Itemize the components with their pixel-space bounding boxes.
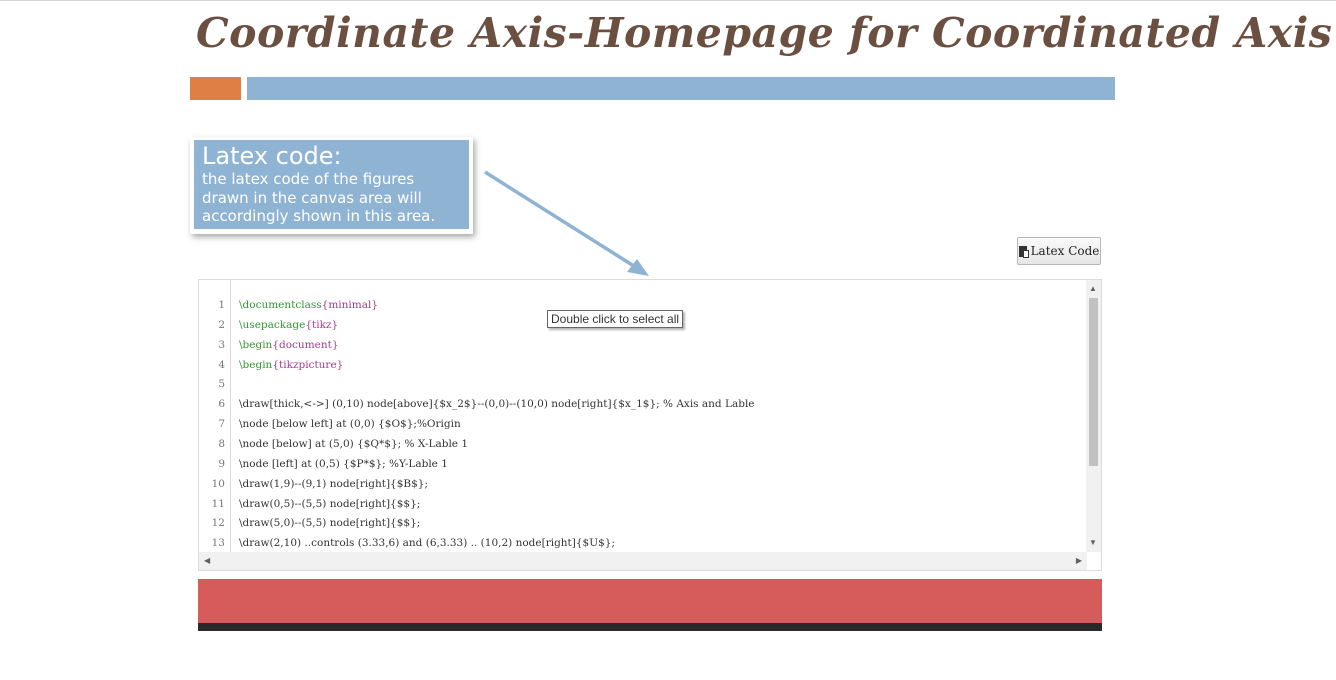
code-line: \draw(0,5)--(5,5) node[right]{$$}; [239,494,420,514]
line-number: 4 [218,358,225,371]
code-token: {tikzpicture} [272,358,344,371]
code-token: \draw(2,10) ..controls (3.33,6) and (6,3… [239,537,615,550]
code-token: \node [left] at (0,5) {$P*$}; %Y-Lable 1 [239,457,448,470]
line-number: 8 [218,437,225,450]
callout-heading: Latex code: [202,142,342,170]
latex-code-callout: Latex code: the latex code of the figure… [190,137,473,234]
code-token: \usepackage [239,318,306,331]
line-number: 7 [218,418,225,431]
code-line: \node [left] at (0,5) {$P*$}; %Y-Lable 1 [239,454,448,474]
code-line: \begin{document} [239,335,339,355]
latex-code-editor[interactable]: 1 2 3 4 5 6 7 8 9 10 11 12 13 \documentclass{minimal… [198,279,1102,571]
code-token: \node [below left] at (0,0) {$O$};%Origi… [239,418,461,431]
line-number: 6 [218,398,225,411]
code-line: \documentclass{minimal} [239,295,378,315]
line-number: 5 [218,378,225,391]
select-all-tooltip: Double click to select all [547,310,684,328]
line-number: 10 [211,477,225,490]
line-number: 1 [218,299,225,311]
code-token: \node [below] at (5,0) {$Q*$}; % X-Lable… [239,437,469,450]
scroll-right-icon[interactable]: ▶ [1076,556,1082,566]
code-token: \draw[thick,<->] (0,10) node[above]{$x_2… [239,398,755,411]
code-token: \draw(5,0)--(5,5) node[right]{$$}; [239,517,421,530]
callout-box: Latex code: the latex code of the figure… [194,140,469,229]
code-line: \node [below] at (5,0) {$Q*$}; % X-Lable… [239,434,468,454]
code-token: \documentclass [239,299,322,311]
code-token: {tikz} [305,318,339,331]
code-line: \draw(5,0)--(5,5) node[right]{$$}; [239,513,420,533]
code-area[interactable]: \documentclass{minimal} \usepackage{tikz}… [239,280,1085,552]
code-token: \begin [239,338,273,351]
line-number: 12 [211,517,225,530]
scroll-down-icon[interactable]: ▼ [1089,538,1097,548]
line-number-gutter: 1 2 3 4 5 6 7 8 9 10 11 12 13 [199,280,231,552]
latex-code-button[interactable]: Latex Code [1017,237,1101,265]
scroll-up-icon[interactable]: ▲ [1089,284,1097,294]
callout-line: the latex code of the figures [202,170,415,188]
code-line: \draw(1,9)--(9,1) node[right]{$B$}; [239,474,428,494]
latex-code-button-label: Latex Code [1030,244,1100,258]
code-line: \draw(2,10) ..controls (3.33,6) and (6,3… [239,533,615,552]
line-number: 11 [211,497,225,510]
code-token: \begin [239,358,273,371]
callout-line: accordingly shown in this area. [202,207,436,225]
code-token: \draw(1,9)--(9,1) node[right]{$B$}; [239,477,429,490]
line-number: 9 [218,457,225,470]
code-line: \draw[thick,<->] (0,10) node[above]{$x_2… [239,394,755,414]
code-line: \begin{tikzpicture} [239,355,343,375]
horizontal-scrollbar[interactable]: ◀ ▶ [199,552,1087,570]
header-accent-orange-bar [190,77,241,100]
clipboard-icon [1018,245,1029,258]
scroll-left-icon[interactable]: ◀ [204,556,210,566]
code-token: {document} [272,338,339,351]
vertical-scrollbar[interactable]: ▲ ▼ [1086,280,1101,552]
code-line: \usepackage{tikz} [239,315,338,335]
header-accent-blue-bar [247,77,1115,100]
code-token: {minimal} [321,299,379,311]
line-number: 13 [211,537,225,550]
callout-line: drawn in the canvas area will [202,188,422,207]
page-title: Coordinate Axis-Homepage for Coordinated… [196,9,1333,57]
footer-dark-bar [198,623,1102,631]
vertical-scrollbar-thumb[interactable] [1089,298,1098,466]
line-number: 3 [218,338,225,351]
code-token: \draw(0,5)--(5,5) node[right]{$$}; [239,497,421,510]
line-number: 2 [218,318,225,331]
code-line: \node [below left] at (0,0) {$O$};%Origi… [239,414,461,434]
footer-red-bar [198,579,1102,623]
